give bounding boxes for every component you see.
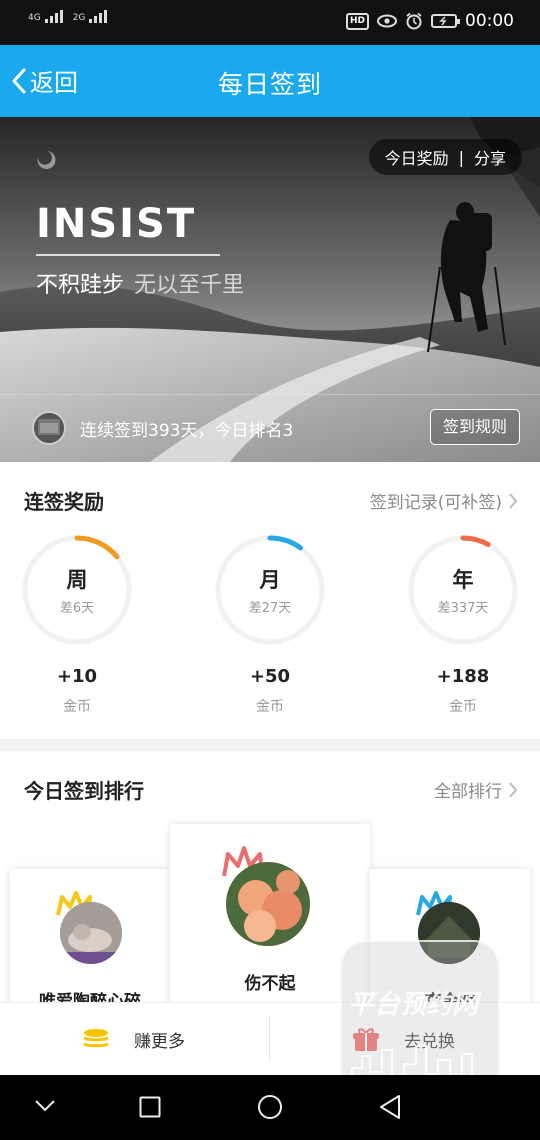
ring-week-remaining: 差6天 xyxy=(59,601,95,616)
streak-rewards-section: 连签奖励 签到记录(可补签) 周 差6天 +10 金币 月 差27天 +50 金… xyxy=(0,462,540,739)
earn-more-button[interactable]: 赚更多 xyxy=(80,1003,185,1076)
coins-icon xyxy=(84,1028,108,1047)
insist-banner: 今日奖励 | 分享 INSIST 不积跬步 无以至千里 连续签到393天，今日排名… xyxy=(0,117,540,462)
action-divider xyxy=(269,1017,270,1061)
watermark-text: 平台预约网 xyxy=(348,990,479,1020)
motto-light: 无以至千里 xyxy=(134,273,245,298)
ring-year-amount: +188 xyxy=(436,666,490,687)
ring-week-unit: 金币 xyxy=(63,699,91,715)
system-nav-bar xyxy=(0,1075,540,1140)
reward-rings: 周 差6天 +10 金币 月 差27天 +50 金币 年 差337天 +188 … xyxy=(0,534,540,724)
today-reward-link[interactable]: 今日奖励 xyxy=(385,145,449,169)
ring-month-remaining: 差27天 xyxy=(248,601,292,616)
sign-in-records-label: 签到记录(可补签) xyxy=(369,493,502,513)
page-title: 每日签到 xyxy=(217,70,322,99)
ring-month-label: 月 xyxy=(259,568,281,592)
app-header: 返回 每日签到 xyxy=(0,45,540,117)
ring-month-unit: 金币 xyxy=(256,699,284,715)
daily-ranking-title: 今日签到排行 xyxy=(24,779,144,803)
motto-bold: 不积跬步 xyxy=(36,273,125,298)
all-ranking-label: 全部排行 xyxy=(434,782,502,802)
banner-headline: INSIST xyxy=(36,201,197,247)
ring-month[interactable]: 月 差27天 +50 金币 xyxy=(210,534,330,715)
ring-year-label: 年 xyxy=(452,568,474,592)
chevron-right-icon xyxy=(509,492,518,509)
streak-bar: 连续签到393天，今日排名3 签到规则 xyxy=(0,394,540,462)
all-ranking-link[interactable]: 全部排行 xyxy=(434,777,518,802)
battery-icon xyxy=(431,14,460,28)
ring-year-remaining: 差337天 xyxy=(437,601,489,616)
nav-home-icon[interactable] xyxy=(257,1094,283,1120)
chevron-right-icon xyxy=(509,781,518,798)
headline-underline xyxy=(36,254,220,256)
banner-motto: 不积跬步 无以至千里 xyxy=(36,267,244,299)
eye-icon xyxy=(377,14,397,28)
share-link[interactable]: 分享 xyxy=(474,145,506,169)
alarm-icon xyxy=(406,12,422,30)
cell-signal-1-icon: 4G xyxy=(28,10,63,23)
ring-week-amount: +10 xyxy=(56,666,98,687)
hd-badge: HD xyxy=(345,12,369,30)
sign-in-rules-button[interactable]: 签到规则 xyxy=(429,409,520,445)
clock: 00:00 xyxy=(465,11,514,31)
cell-signal-2-icon: 2G xyxy=(73,10,108,23)
nav-hide-icon[interactable] xyxy=(34,1099,56,1113)
earn-more-label: 赚更多 xyxy=(134,1032,185,1052)
nav-back-icon[interactable] xyxy=(378,1094,402,1120)
section-divider xyxy=(0,739,540,751)
ring-year[interactable]: 年 差337天 +188 金币 xyxy=(403,534,523,715)
streak-summary: 连续签到393天，今日排名3 xyxy=(80,421,294,441)
avatar xyxy=(60,902,122,964)
streak-rewards-title: 连签奖励 xyxy=(24,490,104,514)
ring-week[interactable]: 周 差6天 +10 金币 xyxy=(17,534,137,715)
ring-year-unit: 金币 xyxy=(449,699,477,715)
ring-week-label: 周 xyxy=(66,568,88,592)
ring-month-amount: +50 xyxy=(249,666,291,687)
status-bar: 4G 2G HD 00:00 xyxy=(0,0,540,45)
sign-in-records-link[interactable]: 签到记录(可补签) xyxy=(370,488,518,513)
user-avatar[interactable] xyxy=(32,411,66,445)
avatar xyxy=(226,862,310,946)
pill-separator: | xyxy=(458,147,464,167)
reward-share-pill: 今日奖励 | 分享 xyxy=(368,139,522,175)
nav-recents-icon[interactable] xyxy=(139,1096,161,1118)
